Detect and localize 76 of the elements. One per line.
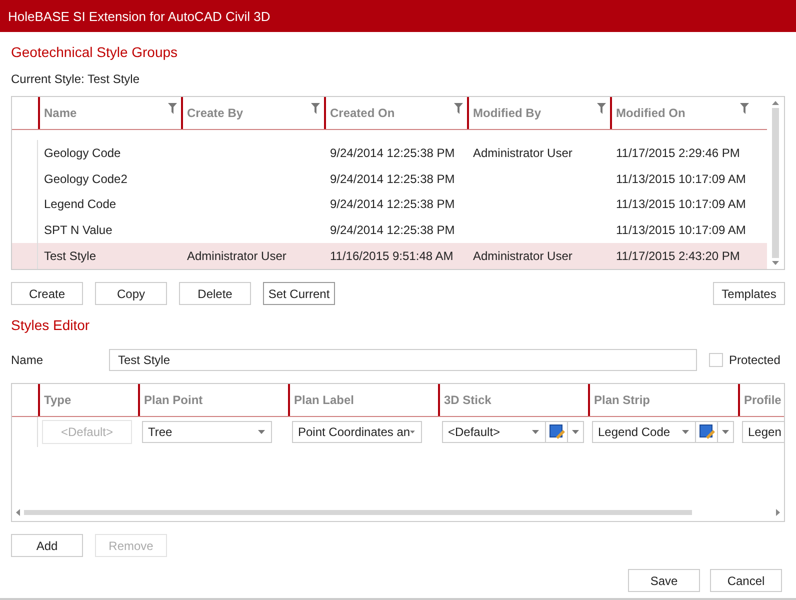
section-heading: Styles Editor (11, 317, 91, 333)
table-cell-text: 11/16/2015 9:51:48 AM (329, 249, 454, 264)
table-row[interactable]: Legend Code 9/24/2014 12:25:38 PM 11/13/2015 10:17:09 AM (12, 191, 767, 218)
action-button[interactable]: Delete (179, 282, 251, 305)
caret-icon (532, 430, 539, 434)
dropdown[interactable]: <Default> (442, 421, 546, 443)
scroll-down-icon[interactable] (772, 261, 779, 265)
table-cell-text: SPT N Value (43, 223, 114, 238)
action-button[interactable]: Add (11, 534, 83, 557)
action-button[interactable]: Create (11, 282, 83, 305)
scroll-right-icon[interactable] (776, 509, 780, 516)
section-heading: Geotechnical Style Groups (11, 44, 179, 60)
scroll-left-icon[interactable] (16, 509, 20, 516)
table-row[interactable]: Geology Code 9/24/2014 12:25:38 PM Administrator User 11/17/2015 2:29:46 PM (12, 140, 767, 166)
checkbox-label: Protected (729, 353, 780, 367)
pencil-icon (548, 424, 564, 440)
dropdown[interactable]: Legend Code (592, 421, 696, 443)
style-edit-button[interactable] (546, 421, 568, 443)
action-button[interactable]: Set Current (263, 282, 335, 305)
table-cell-text: 9/24/2014 12:25:38 PM (329, 223, 456, 238)
table-cell-text: Test Style (43, 249, 98, 264)
table-cell-text: 9/24/2014 12:25:38 PM (329, 197, 456, 212)
filter-icon[interactable] (454, 103, 463, 114)
table-cell-text: 9/24/2014 12:25:38 PM (329, 172, 456, 186)
table-cell-text: 11/17/2015 2:29:46 PM (615, 146, 741, 160)
caret-icon (258, 430, 265, 434)
table-cell-text: 11/13/2015 10:17:09 AM (615, 172, 747, 186)
dropdown[interactable]: Point Coordinates an (292, 421, 422, 443)
table-cell-text: Geology Code2 (43, 172, 128, 186)
table-cell-text: Legend Code (43, 197, 118, 212)
style-edit-button[interactable] (696, 421, 718, 443)
dialog-button[interactable]: Save (628, 569, 700, 592)
table-cell-text: Administrator User (186, 249, 288, 264)
pencil-icon (698, 424, 714, 440)
column-header[interactable]: Modified By (467, 97, 610, 129)
current-style-label: Current Style: Test Style (11, 72, 140, 86)
scroll-up-icon[interactable] (772, 101, 779, 105)
name-field[interactable]: Test Style (109, 349, 697, 371)
dropdown[interactable]: Legen (742, 421, 784, 443)
table-cell-text: Administrator User (472, 249, 574, 264)
table-cell-text: 11/13/2015 10:17:09 AM (615, 223, 747, 238)
table-row[interactable]: Test Style Administrator User 11/16/2015 9:51:48 AM Administrator User 11/17/2015 2:43:20 PM (12, 243, 767, 269)
action-button[interactable]: Copy (95, 282, 167, 305)
column-header[interactable]: Type (38, 384, 138, 416)
caret-icon (722, 430, 729, 434)
filter-icon[interactable] (597, 103, 606, 114)
table-cell-text: Administrator User (472, 146, 574, 160)
table-cell-text: 11/13/2015 10:17:09 AM (615, 197, 747, 212)
window-title: HoleBASE SI Extension for AutoCAD Civil 3D (0, 0, 796, 32)
protected-checkbox[interactable] (709, 353, 723, 367)
column-header[interactable]: Plan Point (138, 384, 288, 416)
table-row[interactable]: Geology Code2 9/24/2014 12:25:38 PM 11/13/2015 10:17:09 AM (12, 166, 767, 192)
table-cell-text: 11/17/2015 2:43:20 PM (615, 249, 741, 264)
name-label: Name (11, 353, 44, 367)
filter-icon[interactable] (740, 103, 749, 114)
templates-button[interactable]: Templates (713, 282, 785, 305)
dropdown[interactable]: Tree (142, 421, 272, 443)
column-header[interactable]: Plan Strip (588, 384, 738, 416)
type-field: <Default> (42, 420, 132, 444)
caret-icon (682, 430, 689, 434)
caret-icon (410, 430, 415, 434)
caret-icon (572, 430, 579, 434)
dropdown-button[interactable] (568, 421, 584, 443)
column-header[interactable]: 3D Stick (438, 384, 588, 416)
column-header[interactable]: Profile (738, 384, 784, 416)
dropdown-button[interactable] (718, 421, 734, 443)
column-header[interactable]: Modified On (610, 97, 753, 129)
dialog-button[interactable]: Cancel (710, 569, 782, 592)
column-header[interactable]: Plan Label (288, 384, 438, 416)
table-cell-text: Geology Code (43, 146, 122, 160)
table-cell-text: 9/24/2014 12:25:38 PM (329, 146, 456, 160)
column-header[interactable]: Create By (181, 97, 324, 129)
column-header[interactable]: Name (38, 97, 181, 129)
column-header[interactable]: Created On (324, 97, 467, 129)
filter-icon[interactable] (168, 103, 177, 114)
filter-icon[interactable] (311, 103, 320, 114)
